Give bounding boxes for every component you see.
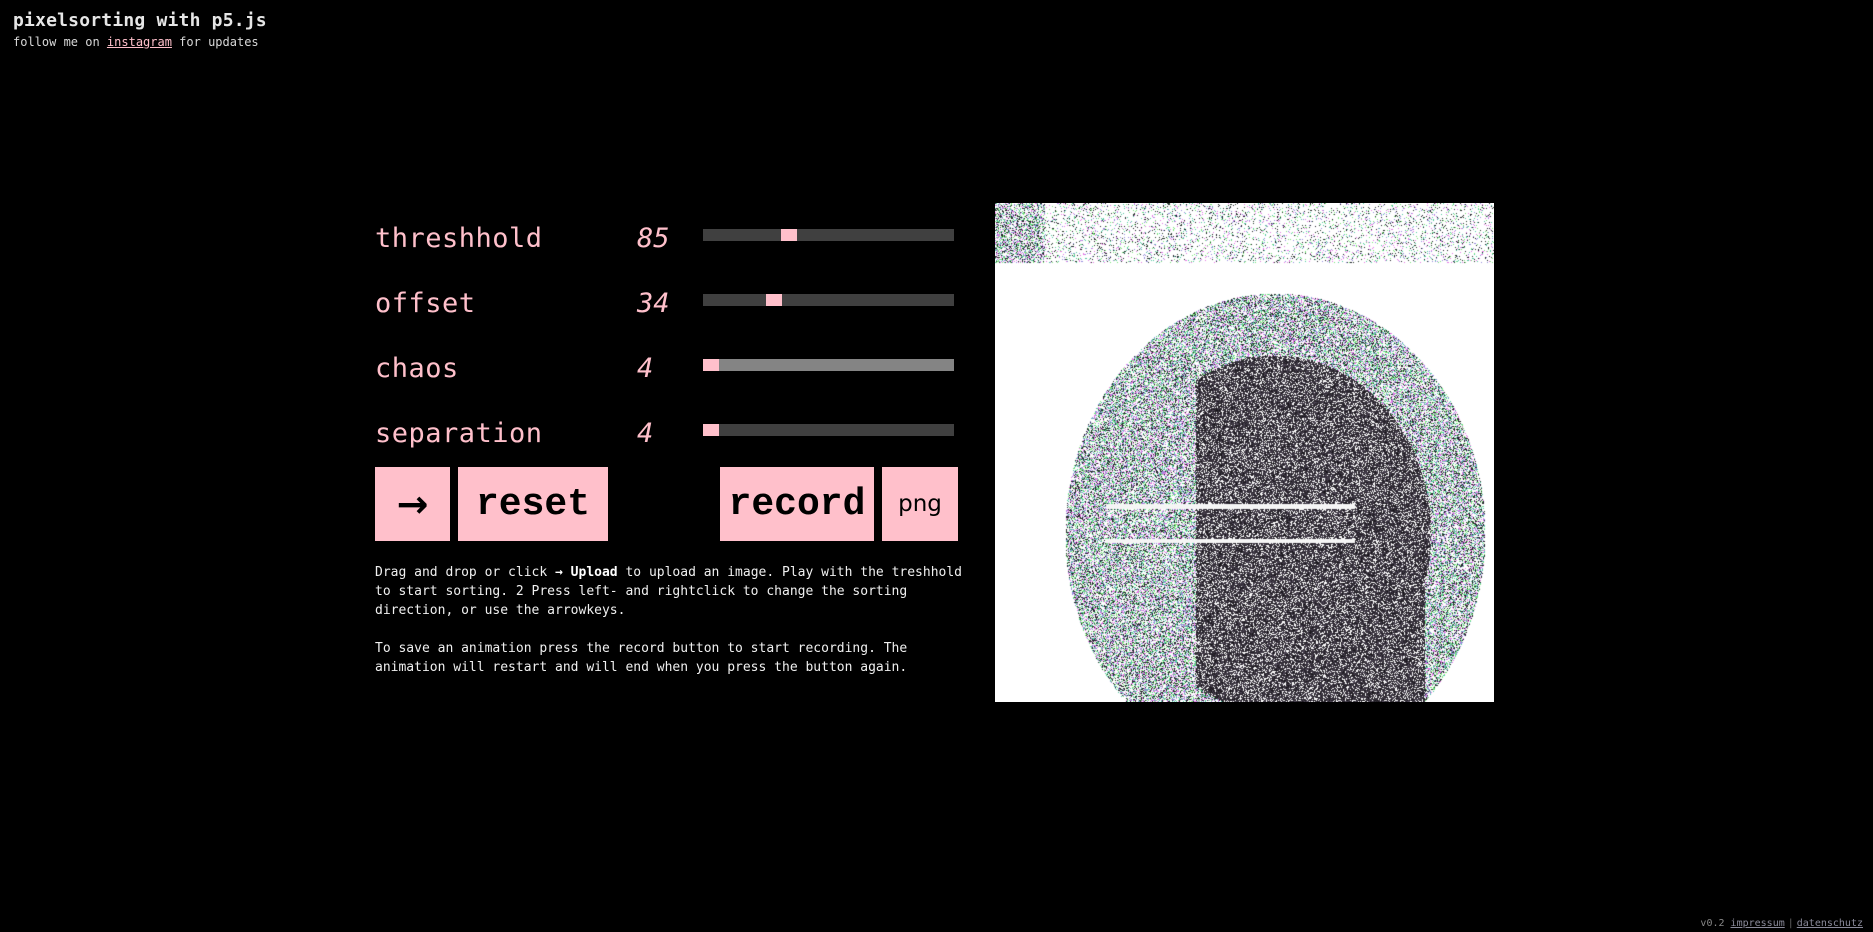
- version-label: v0.2: [1700, 918, 1725, 929]
- upload-hint: → Upload: [555, 565, 618, 580]
- help-text: Drag and drop or click → Upload to uploa…: [375, 563, 965, 696]
- separation-value: 4: [637, 418, 654, 449]
- threshhold-slider-thumb[interactable]: [781, 229, 797, 241]
- threshhold-value: 85: [637, 223, 670, 254]
- threshhold-label: threshhold: [375, 223, 543, 254]
- png-button[interactable]: png: [882, 467, 958, 541]
- offset-slider-thumb[interactable]: [766, 294, 782, 306]
- reset-button[interactable]: reset: [458, 467, 608, 541]
- offset-label: offset: [375, 288, 476, 319]
- control-threshhold: threshhold 85: [375, 218, 960, 283]
- control-offset: offset 34: [375, 283, 960, 348]
- help-text-part: Drag and drop or click: [375, 565, 556, 580]
- slider-controls: threshhold 85 offset 34 chaos 4 separati…: [375, 218, 960, 478]
- offset-slider[interactable]: [703, 294, 954, 306]
- arrow-right-icon: →: [396, 482, 429, 526]
- chaos-slider-thumb[interactable]: [703, 359, 719, 371]
- subtitle-prefix: follow me on: [13, 35, 107, 49]
- action-buttons: → reset record png: [375, 467, 960, 541]
- header: pixelsorting with p5.js follow me on ins…: [13, 9, 267, 50]
- pixelsorted-image[interactable]: [995, 203, 1494, 702]
- subtitle-suffix: for updates: [171, 35, 259, 49]
- help-paragraph-record: To save an animation press the record bu…: [375, 641, 908, 675]
- footer: v0.2 impressum | datenschutz: [1700, 918, 1863, 929]
- separation-label: separation: [375, 418, 543, 449]
- footer-separator: |: [1787, 918, 1794, 929]
- sketch-canvas[interactable]: [995, 203, 1494, 702]
- offset-value: 34: [637, 288, 670, 319]
- subtitle: follow me on instagram for updates: [13, 34, 267, 50]
- control-chaos: chaos 4: [375, 348, 960, 413]
- chaos-value: 4: [637, 353, 654, 384]
- threshhold-slider[interactable]: [703, 229, 954, 241]
- chaos-slider[interactable]: [703, 359, 954, 371]
- chaos-label: chaos: [375, 353, 459, 384]
- datenschutz-link[interactable]: datenschutz: [1797, 918, 1863, 929]
- upload-button[interactable]: →: [375, 467, 450, 541]
- separation-slider[interactable]: [703, 424, 954, 436]
- help-paragraph-upload: Drag and drop or click → Upload to uploa…: [375, 563, 965, 620]
- separation-slider-thumb[interactable]: [703, 424, 719, 436]
- instagram-link[interactable]: instagram: [107, 35, 172, 49]
- site-title: pixelsorting with p5.js: [13, 10, 267, 31]
- record-button[interactable]: record: [720, 467, 874, 541]
- impressum-link[interactable]: impressum: [1731, 918, 1785, 929]
